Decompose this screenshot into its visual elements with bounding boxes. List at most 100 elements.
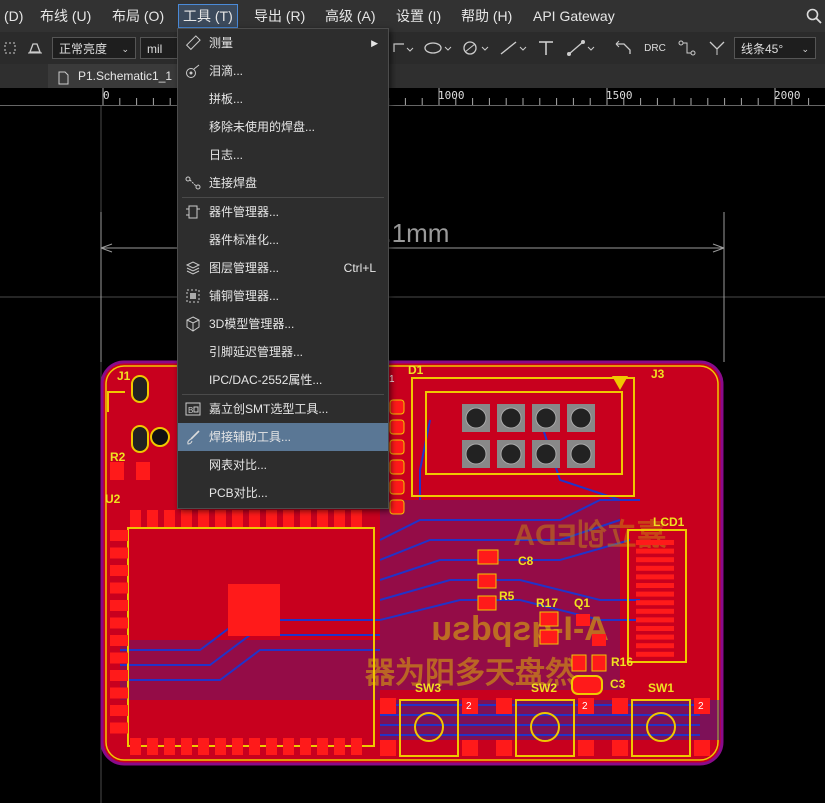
menu-item-label: 3D模型管理器... — [209, 317, 295, 331]
u2-pad — [266, 738, 277, 755]
cube-icon — [185, 316, 201, 332]
lcd1-pad — [636, 634, 674, 640]
u2-pad — [300, 738, 311, 755]
j3-pin-hole — [570, 407, 592, 429]
logo-text: 嘉立创EDA — [513, 518, 666, 552]
lcd1-pad — [636, 608, 674, 614]
polyline-tool-icon[interactable] — [390, 36, 416, 60]
ellipse-tool-icon[interactable] — [422, 36, 454, 60]
lcd1-pad — [636, 651, 674, 657]
j3-pin-hole — [535, 443, 557, 465]
menu-item-label: 日志... — [209, 148, 244, 162]
highlight-icon[interactable] — [24, 36, 46, 60]
menu-item-label: 网表对比... — [209, 458, 268, 472]
menu-item-copper-pour-manager[interactable]: 铺铜管理器... — [178, 282, 388, 310]
menu-route[interactable]: 布线 (U) — [36, 0, 95, 32]
label-j3: J3 — [651, 367, 665, 381]
u2-pad — [215, 738, 226, 755]
menu-item-panelize[interactable]: 拼板... — [178, 85, 388, 113]
dimension-tool-icon[interactable] — [566, 36, 598, 60]
u2-pad — [181, 510, 192, 527]
unit-select[interactable]: mil — [140, 37, 178, 59]
lcd1-pad — [636, 626, 674, 631]
lcd1-pad — [636, 548, 674, 554]
menu-item-connect-pads[interactable]: 连接焊盘 — [178, 169, 388, 197]
menu-tools[interactable]: 工具 (T) — [178, 4, 238, 28]
chevron-down-icon: ⌄ — [801, 44, 809, 54]
route-tool-icon[interactable] — [612, 36, 634, 60]
menu-design[interactable]: (D) — [0, 0, 27, 32]
menu-settings[interactable]: 设置 (I) — [392, 0, 445, 32]
j1-pad — [131, 425, 149, 453]
menu-help[interactable]: 帮助 (H) — [457, 0, 516, 32]
menu-item-measure[interactable]: 测量 ▶ — [178, 29, 388, 57]
u2-pad — [130, 510, 141, 527]
label-c8: C8 — [518, 554, 534, 568]
menu-item-pcb-compare[interactable]: PCB对比... — [178, 479, 388, 507]
label-r17: R17 — [536, 596, 558, 610]
route-angle-icon[interactable] — [706, 36, 728, 60]
tab-label: P1.Schematic1_1 — [78, 69, 173, 83]
menu-item-label: 测量 — [209, 36, 234, 50]
j3-pin-hole — [535, 407, 557, 429]
label-sw1: SW1 — [648, 681, 674, 695]
menu-item-smt-selection-tool[interactable]: B 嘉立创SMT选型工具... — [178, 395, 388, 423]
pin-number: 1 — [389, 374, 395, 385]
u2-pad — [110, 582, 128, 594]
d1-pad — [389, 439, 405, 455]
u2-pad — [232, 510, 243, 527]
menu-item-soldering-assistant[interactable]: 焊接辅助工具... — [178, 423, 388, 451]
brightness-value: 正常亮度 — [59, 42, 108, 56]
j1-pad — [131, 375, 149, 403]
j3-pin-hole — [570, 443, 592, 465]
menu-item-teardrop[interactable]: 泪滴... — [178, 57, 388, 85]
connect-tool-icon[interactable] — [676, 36, 698, 60]
u2-pad — [110, 530, 128, 541]
pcb-drawing[interactable]: 7.1mm A-I-qspdsu 器为阳多天盘然 嘉立创EDA J1 R2 U2… — [0, 106, 825, 803]
document-tab-bar: P1.Schematic1_1 — [0, 64, 825, 88]
pcb-canvas[interactable]: 7.1mm A-I-qspdsu 器为阳多天盘然 嘉立创EDA J1 R2 U2… — [0, 106, 825, 803]
r5-pad — [477, 595, 497, 611]
u2-pad — [198, 738, 209, 755]
menu-item-3d-model-manager[interactable]: 3D模型管理器... — [178, 310, 388, 338]
label-d1: D1 — [408, 363, 424, 377]
text-tool-icon[interactable] — [534, 36, 558, 60]
tools-dropdown-menu: 测量 ▶ 泪滴... 拼板... 移除未使用的焊盘... 日志... 连接焊盘 … — [177, 28, 389, 509]
select-frame-icon[interactable] — [2, 36, 18, 60]
u2-pad — [110, 722, 128, 734]
tab-schematic[interactable]: P1.Schematic1_1 — [48, 64, 178, 88]
q1-pad — [576, 614, 590, 626]
label-u2: U2 — [105, 492, 121, 506]
d1-pad — [389, 459, 405, 475]
u2-pad — [317, 510, 328, 527]
menu-item-remove-unused-pads[interactable]: 移除未使用的焊盘... — [178, 113, 388, 141]
menu-api-gateway[interactable]: API Gateway — [529, 0, 619, 32]
drc-button[interactable]: DRC — [644, 36, 666, 60]
menu-item-ipc-dac-properties[interactable]: IPC/DAC-2552属性... — [178, 366, 388, 394]
line-mode-select[interactable]: 线条45° ⌄ — [734, 37, 816, 59]
menu-item-pin-delay-manager[interactable]: 引脚延迟管理器... — [178, 338, 388, 366]
r16-pad — [571, 654, 587, 672]
toolbar: 正常亮度 ⌄ mil DRC 线条45° ⌄ — [0, 32, 825, 64]
menu-item-component-manager[interactable]: 器件管理器... — [178, 198, 388, 226]
menu-item-layer-manager[interactable]: 图层管理器... Ctrl+L — [178, 254, 388, 282]
search-icon[interactable] — [802, 0, 825, 32]
menu-layout[interactable]: 布局 (O) — [108, 0, 168, 32]
u2-pad — [283, 510, 294, 527]
menu-item-label: 嘉立创SMT选型工具... — [209, 402, 329, 416]
line-tool-icon[interactable] — [498, 36, 530, 60]
label-c3: C3 — [610, 677, 626, 691]
brightness-select[interactable]: 正常亮度 ⌄ — [52, 37, 136, 59]
line-mode-value: 线条45° — [741, 42, 784, 56]
j3-pin-hole — [500, 443, 522, 465]
menu-item-label: 图层管理器... — [209, 261, 280, 275]
menu-item-netlist-compare[interactable]: 网表对比... — [178, 451, 388, 479]
layers-icon — [185, 260, 201, 276]
j3-pin-hole — [465, 407, 487, 429]
u2-thermal-pad — [228, 584, 280, 636]
menu-item-log[interactable]: 日志... — [178, 141, 388, 169]
menu-item-label: 连接焊盘 — [209, 176, 258, 190]
menu-item-label: 泪滴... — [209, 64, 244, 78]
menu-item-component-standardize[interactable]: 器件标准化... — [178, 226, 388, 254]
circle-slash-tool-icon[interactable] — [460, 36, 492, 60]
